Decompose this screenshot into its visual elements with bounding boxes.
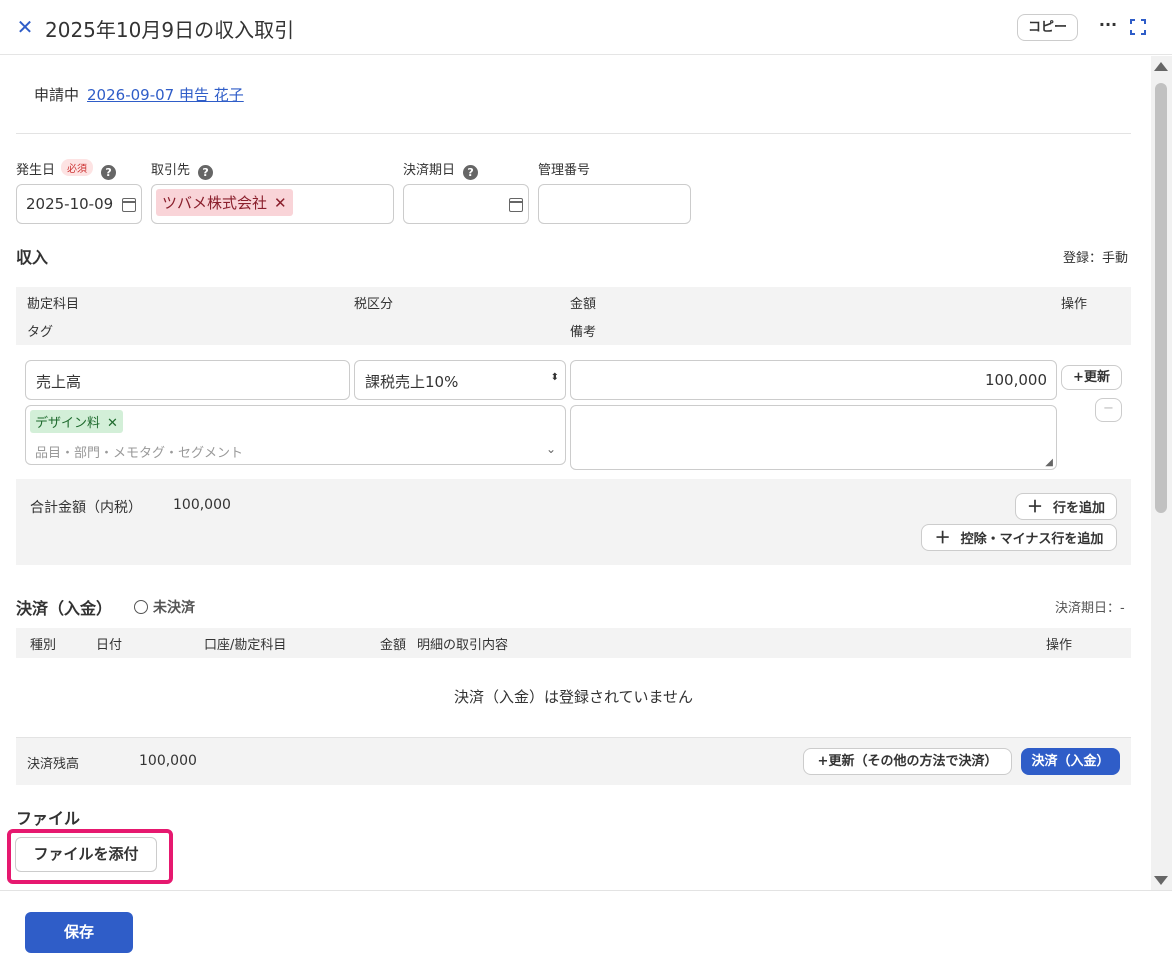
copy-button[interactable]: コピー xyxy=(1017,14,1078,41)
income-section-title: 収入 xyxy=(16,248,49,267)
register-mode: 登録：手動 xyxy=(1063,251,1129,266)
dialog-header: ✕ 2025年10月9日の収入取引 コピー ··· xyxy=(0,0,1172,55)
scrollbar[interactable] xyxy=(1151,56,1172,890)
add-minus-row-label: 控除・マイナス行を追加 xyxy=(960,532,1104,547)
help-icon[interactable]: ? xyxy=(463,165,479,180)
tag-input[interactable]: デザイン料 ✕ 品目・部門・メモタグ・セグメント ⌄ xyxy=(25,405,566,465)
total-value: 100,000 xyxy=(173,497,231,513)
dialog-content: 申請中 2026-09-07 申告 花子 発生日 必須? 取引先? 決済期日? 管理… xyxy=(0,56,1150,890)
save-button[interactable]: 保存 xyxy=(25,912,133,953)
attach-file-button[interactable]: ファイルを添付 xyxy=(15,837,157,872)
col-settle-amount: 金額 xyxy=(380,638,407,653)
settle-date-label-text: 決済期日 xyxy=(403,163,456,178)
date-value: 2025-10-09 xyxy=(26,195,114,213)
update-row-button[interactable]: +更新 xyxy=(1061,365,1122,390)
calendar-icon[interactable] xyxy=(509,198,523,212)
plus-icon: ＋ xyxy=(934,528,951,547)
partner-input[interactable]: ツバメ株式会社 ✕ xyxy=(151,184,394,224)
col-settle-account: 口座/勘定科目 xyxy=(204,638,287,653)
income-table-header: 勘定科目 税区分 金額 操作 タグ 備考 xyxy=(16,287,1131,345)
settle-date-field-label: 決済期日? xyxy=(403,159,479,180)
scroll-up-icon[interactable] xyxy=(1154,62,1168,71)
help-icon[interactable]: ? xyxy=(198,165,214,180)
settlement-table-header: 種別 日付 口座/勘定科目 金額 明細の取引内容 操作 xyxy=(16,628,1131,658)
add-minus-row-button[interactable]: ＋ 控除・マイナス行を追加 xyxy=(921,524,1117,551)
settlement-status-label: 未決済 xyxy=(153,600,195,616)
date-input[interactable]: 2025-10-09 xyxy=(16,184,142,224)
total-label: 合計金額（内税） xyxy=(30,500,142,516)
chevron-down-icon[interactable]: ⌄ xyxy=(546,442,556,456)
col-settle-ops: 操作 xyxy=(1046,638,1073,653)
help-icon[interactable]: ? xyxy=(101,165,117,180)
settlement-empty-message: 決済（入金）は登録されていません xyxy=(453,688,694,706)
balance-value: 100,000 xyxy=(139,753,197,769)
add-row-button[interactable]: ＋ 行を追加 xyxy=(1015,493,1117,520)
col-remarks: 備考 xyxy=(570,325,597,340)
partner-tag: ツバメ株式会社 ✕ xyxy=(156,189,293,216)
col-type: 種別 xyxy=(30,638,57,653)
remarks-textarea[interactable]: ◢ xyxy=(570,405,1057,470)
tag-chip-label: デザイン料 xyxy=(35,416,101,431)
col-tag: タグ xyxy=(27,325,54,340)
update-other-settlement-button[interactable]: +更新（その他の方法で決済） xyxy=(803,748,1012,775)
col-date: 日付 xyxy=(96,638,123,653)
income-total-area: 合計金額（内税） 100,000 xyxy=(16,479,1131,565)
status-row: 申請中 2026-09-07 申告 花子 xyxy=(34,84,244,105)
scroll-down-icon[interactable] xyxy=(1154,876,1168,885)
mgmt-no-label: 管理番号 xyxy=(538,163,591,178)
partner-field-label: 取引先? xyxy=(151,159,214,180)
applicant-link[interactable]: 2026-09-07 申告 花子 xyxy=(87,86,244,104)
plus-icon: ＋ xyxy=(1026,497,1043,516)
close-icon[interactable]: ✕ xyxy=(14,16,36,38)
col-tax: 税区分 xyxy=(354,297,394,312)
tax-value: 課税売上10% xyxy=(365,373,459,391)
required-badge: 必須 xyxy=(61,159,94,176)
select-arrow-icon: ⬍ xyxy=(550,372,559,383)
clock-icon xyxy=(134,600,148,614)
tax-select[interactable]: 課税売上10% ⬍ xyxy=(354,360,566,400)
add-row-label: 行を追加 xyxy=(1053,501,1106,516)
settle-date-input[interactable] xyxy=(403,184,529,224)
col-detail: 明細の取引内容 xyxy=(417,638,509,653)
account-value: 売上高 xyxy=(36,373,82,391)
settlement-status: 未決済 xyxy=(134,597,195,617)
more-icon[interactable]: ··· xyxy=(1098,14,1118,40)
page-title: 2025年10月9日の収入取引 xyxy=(45,18,295,42)
partner-tag-label: ツバメ株式会社 xyxy=(162,194,268,212)
settlement-section-title: 決済（入金） xyxy=(16,599,113,618)
highlight-frame: ファイルを添付 xyxy=(7,829,173,884)
date-label-text: 発生日 xyxy=(16,163,56,178)
partner-label-text: 取引先 xyxy=(151,163,191,178)
divider xyxy=(16,133,1131,134)
settle-button[interactable]: 決済（入金） xyxy=(1021,748,1120,775)
remove-tag-icon[interactable]: ✕ xyxy=(107,416,118,431)
dialog-footer: 保存 xyxy=(0,890,1172,970)
amount-input[interactable]: 100,000 xyxy=(570,360,1057,400)
calendar-icon[interactable] xyxy=(122,198,136,212)
file-section-title: ファイル xyxy=(16,809,81,828)
col-ops: 操作 xyxy=(1061,297,1088,312)
col-account: 勘定科目 xyxy=(27,297,80,312)
expand-icon[interactable] xyxy=(1128,17,1148,37)
resize-handle-icon[interactable]: ◢ xyxy=(1045,457,1053,468)
col-amount: 金額 xyxy=(570,297,597,312)
scroll-thumb[interactable] xyxy=(1155,83,1167,513)
date-field-label: 発生日 必須? xyxy=(16,159,117,180)
remove-tag-icon[interactable]: ✕ xyxy=(274,194,287,212)
tag-chip: デザイン料 ✕ xyxy=(30,410,123,433)
balance-label: 決済残高 xyxy=(27,757,80,772)
status-label: 申請中 xyxy=(34,86,80,104)
mgmt-no-input[interactable] xyxy=(538,184,691,224)
settlement-due: 決済期日：- xyxy=(1055,601,1125,616)
account-input[interactable]: 売上高 xyxy=(25,360,350,400)
tag-placeholder: 品目・部門・メモタグ・セグメント xyxy=(35,446,244,461)
amount-value: 100,000 xyxy=(984,371,1047,389)
remove-row-button[interactable]: − xyxy=(1095,398,1122,422)
